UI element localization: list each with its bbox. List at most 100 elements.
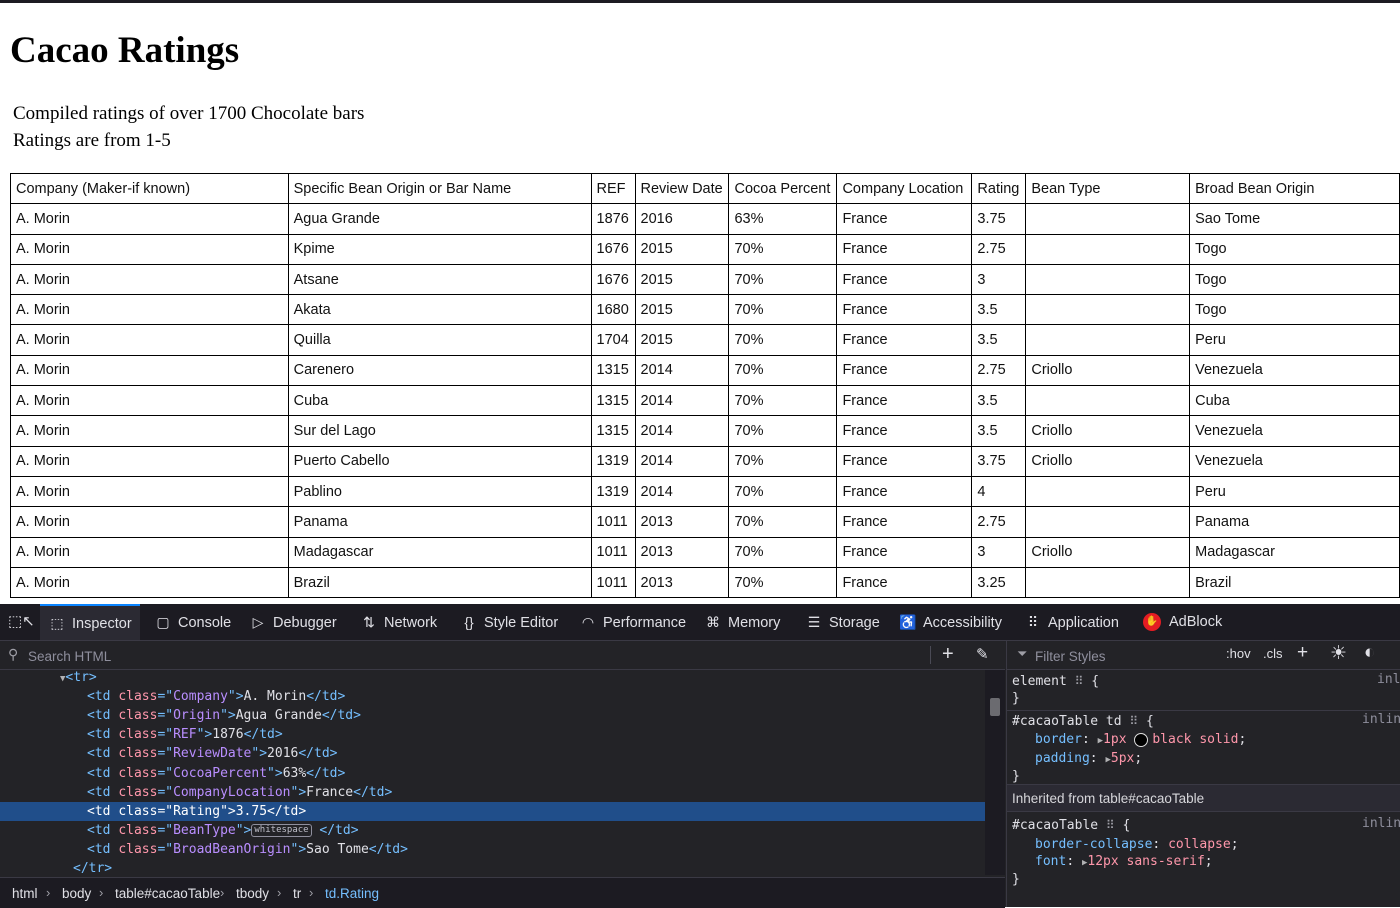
table-cell: Peru: [1189, 324, 1400, 356]
table-cell: 3.75: [971, 203, 1027, 235]
markup-node[interactable]: ▼<tr>: [0, 670, 985, 687]
chevron-right-icon: ›: [277, 885, 282, 900]
table-cell: Agua Grande: [287, 203, 592, 235]
breadcrumb-item[interactable]: html: [12, 886, 38, 901]
table-cell: Sao Tome: [1189, 203, 1400, 235]
column-header: Broad Bean Origin: [1189, 172, 1400, 205]
table-cell: 4: [971, 475, 1027, 508]
chevron-right-icon: ›: [220, 885, 225, 900]
table-cell: Togo: [1189, 294, 1400, 326]
table-cell: 2015: [634, 233, 730, 265]
tab-storage[interactable]: ☰ Storage: [805, 604, 880, 640]
attr-value: Origin: [173, 708, 221, 724]
tab-application[interactable]: ⠿ Application: [1024, 604, 1119, 640]
markup-node[interactable]: <td class="BeanType"> whitespace </td>: [0, 821, 985, 840]
attr-value: BeanType: [173, 822, 236, 838]
markup-node[interactable]: <td class="Origin">Agua Grande</td>: [0, 706, 985, 725]
element-picker-icon[interactable]: ⬚↖: [8, 612, 35, 632]
breadcrumb-item[interactable]: td.Rating: [325, 886, 379, 901]
table-cell: 2015: [634, 294, 730, 326]
element-rule-source[interactable]: inl: [1377, 672, 1400, 687]
attr-name: class: [118, 803, 158, 819]
light-scheme-icon[interactable]: ☀: [1330, 642, 1347, 665]
dark-scheme-icon[interactable]: ◐: [1364, 642, 1375, 664]
markup-node[interactable]: <td class="CocoaPercent">63%</td>: [0, 764, 985, 783]
breadcrumb-item[interactable]: tr: [293, 886, 301, 901]
table-cell: [1025, 233, 1191, 265]
breadcrumb-item[interactable]: table#cacaoTable: [115, 886, 220, 901]
attr-name: class: [118, 822, 158, 838]
tab-debugger[interactable]: ▷ Debugger: [249, 604, 337, 640]
rule1-source[interactable]: inlin: [1362, 712, 1400, 727]
cacao-table: Company (Maker-if known) Specific Bean Or…: [10, 172, 1400, 599]
tab-performance[interactable]: ◠ Performance: [579, 604, 686, 640]
markup-node[interactable]: <td class="REF">1876</td>: [0, 725, 985, 744]
table-cell: 70%: [728, 415, 838, 447]
tr-close-tag: </tr>: [73, 861, 113, 875]
attr-value: REF: [173, 727, 197, 743]
table-cell: 3.5: [971, 294, 1027, 326]
padding-declaration[interactable]: padding: ▶5px;: [1035, 750, 1142, 769]
markup-node[interactable]: <td class="BroadBeanOrigin">Sao Tome</td…: [0, 840, 985, 859]
markup-node[interactable]: <td class="Company">A. Morin</td>: [0, 687, 985, 706]
close-tag: </td>: [267, 803, 307, 819]
element-rule[interactable]: element ⠿ {: [1012, 672, 1099, 691]
table-cell: Madagascar: [287, 536, 592, 568]
table-cell: 3.5: [971, 415, 1027, 447]
breadcrumb-item[interactable]: body: [62, 886, 91, 901]
markup-node[interactable]: <td class="ReviewDate">2016</td>: [0, 744, 985, 763]
border-collapse-declaration[interactable]: border-collapse: collapse;: [1035, 836, 1239, 854]
table-cell: France: [836, 294, 973, 326]
color-swatch[interactable]: [1134, 732, 1149, 747]
table-cell: 1011: [590, 566, 636, 599]
add-rule-icon[interactable]: +: [1297, 642, 1308, 664]
tab-adblock[interactable]: ✋ AdBlock: [1143, 604, 1222, 640]
html-tree[interactable]: ▼<tr> <td class="Company">A. Morin</td> <t…: [0, 670, 985, 875]
table-cell: Kpime: [287, 233, 592, 265]
tab-label: Performance: [603, 615, 687, 631]
rule2-source[interactable]: inlin: [1362, 816, 1400, 831]
selected-node[interactable]: <td class="Rating">3.75</td>: [0, 801, 985, 821]
rule-cacaotable-td[interactable]: #cacaoTable td ⠿ {: [1012, 712, 1154, 731]
font-declaration[interactable]: font: ▶12px sans-serif;: [1035, 853, 1213, 872]
tag-name: <td: [87, 803, 119, 819]
attr-name: class: [118, 765, 158, 781]
table-cell: Sur del Lago: [287, 415, 592, 447]
tab-memory[interactable]: ⌘ Memory: [704, 604, 780, 640]
border-declaration[interactable]: border: ▶1px black solid;: [1035, 731, 1246, 750]
hov-toggle-button[interactable]: :hov: [1226, 646, 1251, 661]
table-cell: 2.75: [971, 506, 1027, 538]
scrollbar-thumb[interactable]: [990, 698, 1000, 716]
table-cell: 70%: [728, 475, 838, 508]
cls-toggle-button[interactable]: .cls: [1263, 646, 1283, 661]
attr-name: class: [118, 841, 158, 857]
add-node-icon[interactable]: +: [942, 643, 954, 666]
breadcrumb-item[interactable]: tbody: [236, 886, 269, 901]
column-header: Company (Maker-if known): [10, 172, 289, 205]
table-cell: [1025, 263, 1191, 296]
table-body: A. Morin Agua Grande 1876 2016 63% France 3.75…: [10, 203, 1400, 599]
markup-scrollbar[interactable]: [985, 670, 1005, 875]
markup-node[interactable]: <td class="CompanyLocation">France</td>: [0, 783, 985, 802]
table-cell: 1319: [590, 445, 636, 477]
tab-accessibility[interactable]: ♿ Accessibility: [899, 604, 1002, 640]
tag-name: <td: [87, 822, 119, 838]
eyedropper-icon[interactable]: ✎: [976, 645, 989, 663]
table-cell: Puerto Cabello: [287, 445, 592, 477]
tab-label: Accessibility: [923, 615, 1002, 631]
page-subtitle-2: Ratings are from 1-5: [13, 130, 171, 151]
markup-node[interactable]: </tr>: [0, 859, 985, 875]
tab-inspector[interactable]: ⬚ Inspector: [40, 604, 140, 640]
table-cell: 63%: [728, 203, 838, 235]
table-cell: France: [836, 324, 973, 356]
tab-console[interactable]: ▢ Console: [154, 604, 231, 640]
chevron-right-icon: ›: [99, 885, 104, 900]
tab-network[interactable]: ⇅ Network: [360, 604, 437, 640]
table-cell: [1025, 324, 1191, 356]
filter-styles-input[interactable]: [1033, 644, 1217, 668]
rule-cacaotable[interactable]: #cacaoTable ⠿ {: [1012, 816, 1130, 835]
tab-style-editor[interactable]: {} Style Editor: [460, 604, 558, 640]
tr-open-tag: <tr>: [65, 670, 97, 685]
close-tag: </td>: [368, 841, 408, 857]
search-html-input[interactable]: [26, 644, 910, 668]
